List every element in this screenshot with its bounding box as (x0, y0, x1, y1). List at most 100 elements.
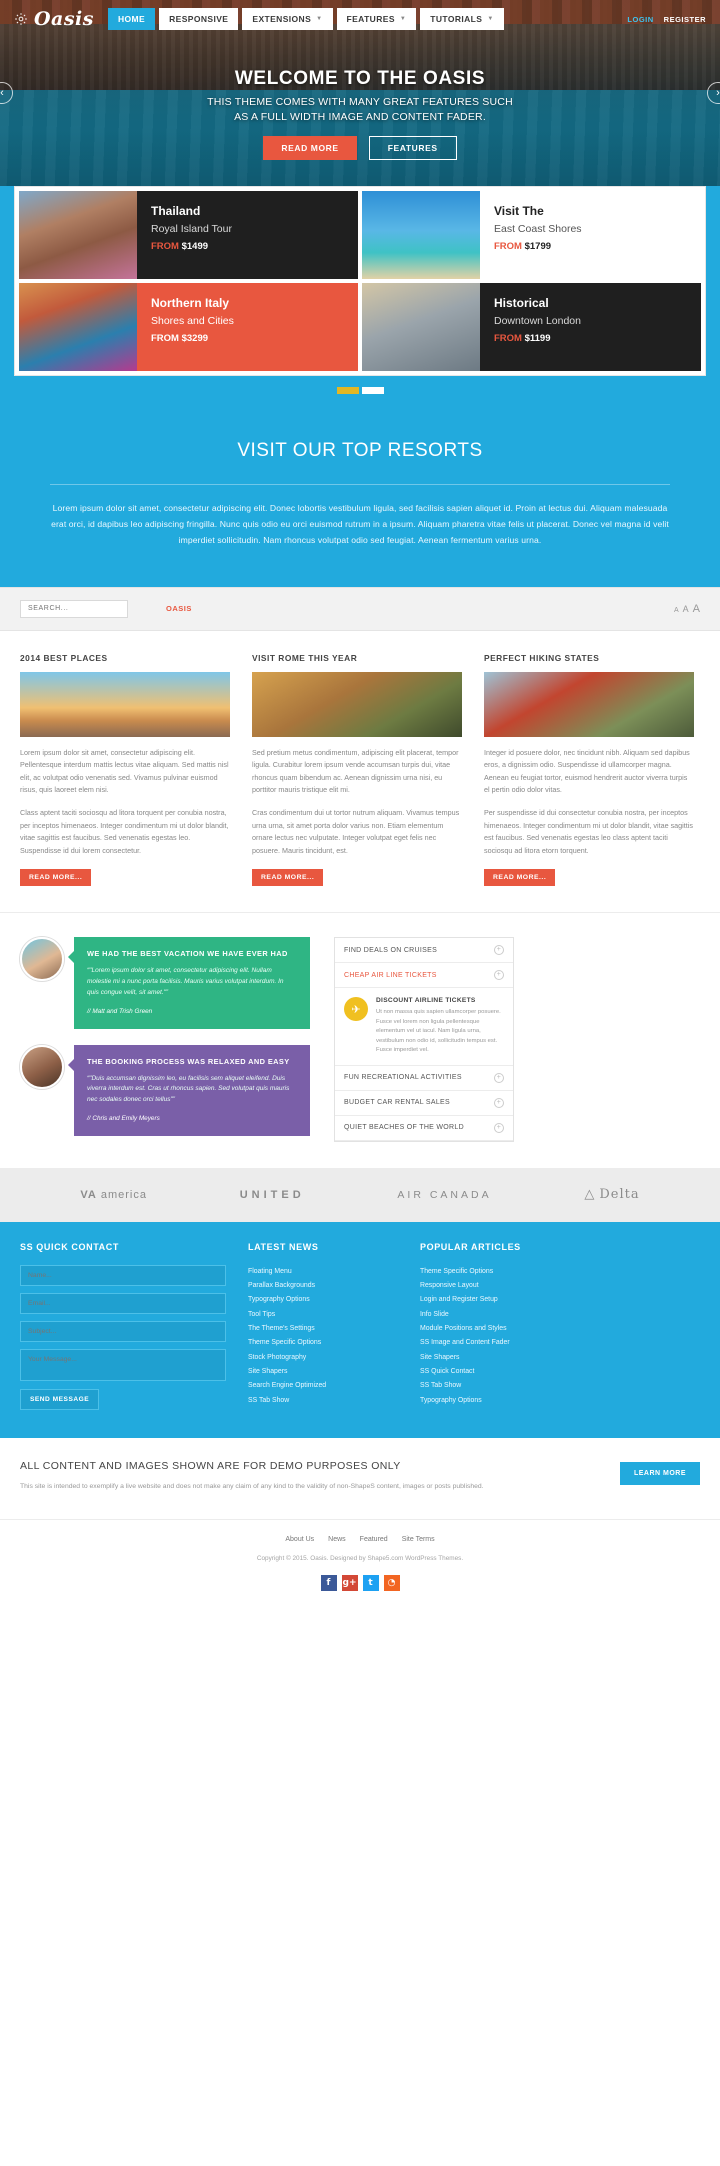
footer-news-link[interactable]: Theme Specific Options (248, 1336, 398, 1350)
chevron-down-icon: ▼ (399, 16, 407, 22)
nav-menu: HOME RESPONSIVE EXTENSIONS ▼ FEATURES ▼ TUTORI… (107, 8, 504, 30)
nav-item-home[interactable]: HOME (107, 8, 156, 30)
footer-news-link[interactable]: Parallax Backgrounds (248, 1279, 398, 1293)
site-brand[interactable]: Oasis (14, 8, 94, 30)
accordion-panel-text: DISCOUNT AIRLINE TICKETS Ut non massa qui… (376, 997, 504, 1055)
footer-article-link[interactable]: SS Tab Show (420, 1379, 590, 1393)
featured-tiles-section: Thailand Royal Island Tour FROM $1499 Visit… (0, 186, 720, 416)
accordion-item[interactable]: FIND DEALS ON CRUISES + (335, 938, 513, 964)
google-plus-icon[interactable]: g+ (341, 1574, 358, 1591)
footer-article-link[interactable]: Responsive Layout (420, 1279, 590, 1293)
footer-article-link[interactable]: SS Image and Content Fader (420, 1336, 590, 1350)
footer-article-link[interactable]: Theme Specific Options (420, 1265, 590, 1279)
accordion-item[interactable]: CHEAP AIR LINE TICKETS + (335, 963, 513, 989)
testimonial: THE BOOKING PROCESS WAS RELAXED AND EASY… (20, 1044, 310, 1136)
footer-news-link[interactable]: The Theme's Settings (248, 1322, 398, 1336)
accordion-item[interactable]: QUIET BEACHES OF THE WORLD + (335, 1116, 513, 1141)
post-read-more-button[interactable]: READ MORE... (484, 869, 556, 887)
logo-text: UNITED (239, 1188, 305, 1201)
oasis-link[interactable]: OASIS (166, 604, 192, 613)
plane-icon: ✈ (344, 997, 368, 1022)
testimonial-author: // Matt and Trish Green (87, 1007, 153, 1015)
login-link[interactable]: LOGIN (627, 15, 653, 24)
accordion-item-label: QUIET BEACHES OF THE WORLD (344, 1124, 464, 1132)
chevron-down-icon: ▼ (316, 16, 323, 22)
learn-more-button[interactable]: LEARN MORE (619, 1461, 700, 1485)
footer-news-link[interactable]: Search Engine Optimized (248, 1379, 398, 1393)
features-button[interactable]: FEATURES (368, 136, 457, 161)
logo-mark: VA (80, 1188, 97, 1201)
nav-item-label: HOME (117, 14, 146, 24)
tile-price-value: $3299 (181, 333, 209, 344)
twitter-icon[interactable]: t (362, 1574, 379, 1591)
tile-title: Northern Italy (151, 296, 230, 310)
accordion-item[interactable]: BUDGET CAR RENTAL SALES + (335, 1091, 513, 1116)
nav-item-extensions[interactable]: EXTENSIONS ▼ (242, 8, 333, 30)
tiles-pagination-dot[interactable] (336, 387, 359, 394)
footer-article-link[interactable]: Info Slide (420, 1308, 590, 1322)
font-size-small[interactable]: A (674, 607, 679, 614)
accordion-item-label: FUN RECREATIONAL ACTIVITIES (344, 1074, 462, 1082)
footer-news-link[interactable]: Floating Menu (248, 1265, 398, 1279)
footer-news-link[interactable]: Site Shapers (248, 1365, 398, 1379)
footer-bottom-link[interactable]: Site Terms (402, 1536, 435, 1543)
tile-subtitle: Downtown London (494, 315, 581, 327)
nav-item-label: TUTORIALS (430, 14, 483, 24)
testimonial-author: // Chris and Emily Meyers (87, 1114, 160, 1122)
font-size-large[interactable]: A (693, 603, 700, 615)
facebook-icon[interactable]: f (320, 1574, 337, 1591)
nav-item-tutorials[interactable]: TUTORIALS ▼ (420, 8, 504, 30)
testimonial-title: WE HAD THE BEST VACATION WE HAVE EVER HA… (87, 949, 288, 959)
testimonial-bubble: WE HAD THE BEST VACATION WE HAVE EVER HA… (68, 937, 310, 1029)
search-input[interactable] (20, 599, 128, 618)
footer-article-link[interactable]: Login and Register Setup (420, 1293, 590, 1307)
nav-account-links: LOGIN REGISTER (627, 15, 706, 24)
footer-bottom-link[interactable]: About Us (285, 1536, 314, 1543)
tiles-pagination-dot[interactable] (361, 387, 384, 394)
footer-articles-links: Theme Specific Options Responsive Layout L… (420, 1265, 590, 1409)
footer-news-link[interactable]: Typography Options (248, 1293, 398, 1307)
send-message-button[interactable]: SEND MESSAGE (20, 1388, 100, 1410)
post-read-more-button[interactable]: READ MORE... (252, 869, 324, 887)
footer-bottom-link[interactable]: Featured (360, 1536, 388, 1543)
featured-tile[interactable]: Northern Italy Shores and Cities FROM $329… (19, 283, 358, 371)
tile-price-label: FROM (151, 241, 179, 252)
featured-tile[interactable]: Historical Downtown London FROM $1199 (362, 283, 701, 371)
footer-bottom-link[interactable]: News (328, 1536, 346, 1543)
contact-name-input[interactable] (20, 1264, 226, 1286)
contact-message-input[interactable] (20, 1348, 226, 1381)
footer-article-link[interactable]: Typography Options (420, 1394, 590, 1408)
top-resorts-section: VISIT OUR TOP RESORTS Lorem ipsum dolor … (0, 416, 720, 587)
read-more-button[interactable]: READ MORE (263, 136, 357, 161)
post-read-more-button[interactable]: READ MORE... (20, 869, 92, 887)
contact-subject-input[interactable] (20, 1320, 226, 1342)
tile-subtitle: Shores and Cities (151, 315, 234, 327)
plus-icon: + (494, 970, 504, 981)
footer-article-link[interactable]: Site Shapers (420, 1351, 590, 1365)
footer-article-link[interactable]: Module Positions and Styles (420, 1322, 590, 1336)
contact-email-input[interactable] (20, 1292, 226, 1314)
footer-news-link[interactable]: SS Tab Show (248, 1394, 398, 1408)
featured-tile[interactable]: Visit The East Coast Shores FROM $1799 (362, 191, 701, 279)
nav-item-features[interactable]: FEATURES ▼ (336, 8, 417, 30)
air-canada-logo: AIR CANADA (397, 1189, 491, 1201)
featured-tile[interactable]: Thailand Royal Island Tour FROM $1499 (19, 191, 358, 279)
font-size-controls: A A A (674, 603, 700, 615)
accordion-panel-body: Ut non massa quis sapien ullamcorper pos… (376, 1009, 501, 1054)
accordion-item[interactable]: FUN RECREATIONAL ACTIVITIES + (335, 1066, 513, 1091)
resorts-heading: VISIT OUR TOP RESORTS (237, 440, 483, 461)
nav-item-responsive[interactable]: RESPONSIVE (159, 8, 239, 30)
footer-article-link[interactable]: SS Quick Contact (420, 1365, 590, 1379)
hero-title: WELCOME TO THE OASIS (234, 68, 486, 89)
tile-body: Visit The East Coast Shores FROM $1799 (480, 191, 701, 279)
nav-item-label: RESPONSIVE (169, 14, 229, 24)
logo-text: Delta (599, 1187, 640, 1203)
testimonial-bubble: THE BOOKING PROCESS WAS RELAXED AND EASY… (68, 1044, 310, 1136)
footer-news-link[interactable]: Stock Photography (248, 1351, 398, 1365)
font-size-medium[interactable]: A (683, 604, 689, 614)
rss-icon[interactable]: ◔ (383, 1574, 400, 1591)
footer-news-link[interactable]: Tool Tips (248, 1308, 398, 1322)
chevron-down-icon: ▼ (487, 16, 494, 22)
register-link[interactable]: REGISTER (664, 15, 706, 24)
accordion-panel: ✈ DISCOUNT AIRLINE TICKETS Ut non massa qu… (335, 988, 513, 1066)
